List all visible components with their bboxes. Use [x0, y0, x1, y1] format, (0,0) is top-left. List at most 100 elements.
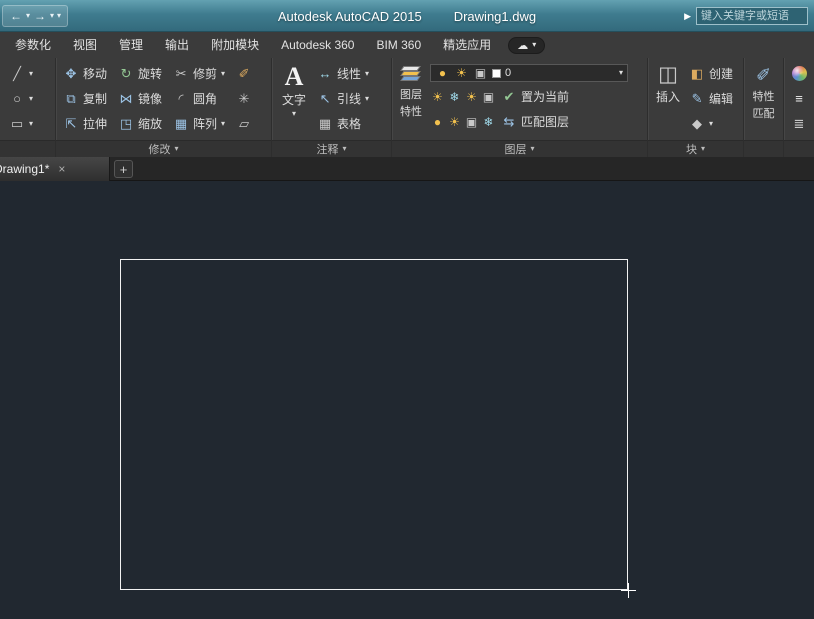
layer-freeze-icon: ☀: [454, 66, 469, 80]
annotation-panel-content: A 文字 ▾ ↔ 线性 ▾ ↖ 引线 ▾ ▦: [272, 58, 391, 140]
help-search: ▶: [684, 7, 808, 25]
trim-label: 修剪: [193, 65, 217, 82]
stretch-label: 拉伸: [83, 115, 107, 132]
tab-autodesk-360[interactable]: Autodesk 360: [270, 32, 365, 58]
set-current-layer-button[interactable]: ✔ 置为当前: [498, 84, 572, 109]
insert-block-icon: ◫: [658, 63, 678, 87]
linear-dimension-button[interactable]: ↔ 线性 ▾: [314, 61, 372, 86]
circle-tool-button[interactable]: ○ ▾: [6, 86, 51, 111]
stretch-button[interactable]: ⇱ 拉伸: [60, 111, 110, 136]
modify-panel-label-text: 修改: [148, 141, 170, 157]
trim-button[interactable]: ✂ 修剪 ▾: [170, 61, 228, 86]
search-input[interactable]: [696, 7, 808, 25]
array-button[interactable]: ▦ 阵列 ▾: [170, 111, 228, 136]
app-title: Autodesk AutoCAD 2015: [278, 9, 422, 24]
chevron-down-icon: ▾: [174, 144, 178, 154]
array-label: 阵列: [193, 115, 217, 132]
table-button[interactable]: ▦ 表格: [314, 111, 372, 136]
tab-featured-apps[interactable]: 精选应用: [432, 32, 502, 58]
text-button[interactable]: A 文字 ▾: [282, 61, 306, 137]
block-panel: ◫ 插入 ◧ 创建 ✎ 编辑 ◆ ▾: [648, 58, 744, 157]
layer-properties-button[interactable]: 图层 特性: [398, 61, 424, 137]
tab-parametric[interactable]: 参数化: [4, 32, 62, 58]
fillet-button[interactable]: ◜ 圆角: [170, 86, 228, 111]
detail-list-button[interactable]: ≣: [794, 112, 805, 137]
create-label: 创建: [709, 65, 733, 82]
edit-block-button[interactable]: ✎ 编辑: [686, 86, 736, 111]
modify-panel: ✥ 移动 ⧉ 复制 ⇱ 拉伸 ↻ 旋转: [56, 58, 272, 157]
copy-button[interactable]: ⧉ 复制: [60, 86, 110, 111]
match-properties-label-2: 匹配: [753, 105, 775, 121]
modify-panel-label[interactable]: 修改 ▾: [56, 140, 271, 157]
mirror-label: 镜像: [138, 90, 162, 107]
layer-select-dropdown[interactable]: ● ☀ ▣ 0 ▾: [430, 64, 628, 82]
layer-unlock-icon[interactable]: ▣: [464, 115, 479, 129]
move-button[interactable]: ✥ 移动: [60, 61, 110, 86]
explode-icon: ✳: [236, 91, 252, 106]
layer-freeze-toggle-icon[interactable]: ❄: [447, 90, 462, 104]
layer-off-icon[interactable]: ☀: [430, 90, 445, 104]
layer-lock-toggle-icon[interactable]: ▣: [481, 90, 496, 104]
chevron-down-icon[interactable]: ▾: [221, 119, 225, 129]
new-drawing-tab-button[interactable]: +: [114, 160, 133, 178]
tab-view[interactable]: 视图: [62, 32, 108, 58]
rotate-button[interactable]: ↻ 旋转: [115, 61, 165, 86]
drawing-canvas[interactable]: [0, 181, 814, 619]
block-panel-label[interactable]: 块 ▾: [648, 140, 743, 157]
erase-icon: ✐: [236, 66, 252, 81]
layer-unisolate-icon[interactable]: ☀: [447, 115, 462, 129]
match-layer-button[interactable]: ⇆ 匹配图层: [498, 109, 572, 134]
rectangle-tool-button[interactable]: ▭ ▾: [6, 111, 51, 136]
visual-styles-button[interactable]: [792, 61, 807, 86]
circle-tool-icon: ○: [9, 91, 25, 106]
leader-label: 引线: [337, 90, 361, 107]
tab-bim-360[interactable]: BIM 360: [365, 32, 432, 58]
chevron-down-icon[interactable]: ▾: [365, 94, 369, 104]
search-go-icon[interactable]: ▶: [684, 11, 691, 22]
drawn-rectangle[interactable]: [120, 259, 628, 590]
tab-addins[interactable]: 附加模块: [200, 32, 270, 58]
create-block-button[interactable]: ◧ 创建: [686, 61, 736, 86]
menu-lines-icon: ≡: [795, 91, 803, 106]
layer-isolate-icon[interactable]: ●: [430, 115, 445, 129]
layer-tools-row-2: ● ☀ ▣ ❄ ⇆ 匹配图层: [430, 109, 628, 134]
insert-block-button[interactable]: ◫ 插入: [656, 61, 680, 137]
copy-label: 复制: [83, 90, 107, 107]
join-button[interactable]: ▱: [233, 111, 255, 136]
leader-button[interactable]: ↖ 引线 ▾: [314, 86, 372, 111]
layer-freeze-all-icon[interactable]: ❄: [481, 115, 496, 129]
layers-panel-label[interactable]: 图层 ▾: [392, 140, 647, 157]
draw-panel-label: [0, 140, 55, 157]
ribbon-right-strip: ≡ ≣: [784, 58, 814, 157]
close-tab-icon[interactable]: ×: [58, 162, 65, 176]
layer-lock-icon: ▣: [473, 66, 488, 80]
list-view-button[interactable]: ≡: [795, 86, 803, 111]
chevron-down-icon[interactable]: ▾: [709, 119, 713, 129]
annotation-panel: A 文字 ▾ ↔ 线性 ▾ ↖ 引线 ▾ ▦: [272, 58, 392, 157]
match-properties-content: ✐ 特性 匹配: [744, 58, 783, 140]
ribbon-tab-bar: 参数化 视图 管理 输出 附加模块 Autodesk 360 BIM 360 精…: [0, 32, 814, 58]
chevron-down-icon[interactable]: ▾: [365, 69, 369, 79]
mirror-button[interactable]: ⋈ 镜像: [115, 86, 165, 111]
polyline-tool-button[interactable]: ╱ ▾: [6, 61, 51, 86]
copy-icon: ⧉: [63, 91, 79, 106]
layer-thaw-icon[interactable]: ☀: [464, 90, 479, 104]
match-properties-button[interactable]: ✐ 特性 匹配: [753, 61, 775, 137]
array-icon: ▦: [173, 116, 189, 131]
block-attributes-button[interactable]: ◆ ▾: [686, 111, 736, 136]
menu-list-icon: ≣: [794, 116, 805, 132]
tab-output[interactable]: 输出: [154, 32, 200, 58]
chevron-down-icon[interactable]: ▾: [221, 69, 225, 79]
explode-button[interactable]: ✳: [233, 86, 255, 111]
erase-button[interactable]: ✐: [233, 61, 255, 86]
annotation-panel-label[interactable]: 注释 ▾: [272, 140, 391, 157]
match-layer-icon: ⇆: [501, 114, 517, 129]
edit-label: 编辑: [709, 90, 733, 107]
connect-menu-button[interactable]: ☁ ▾: [508, 37, 545, 54]
scale-icon: ◳: [118, 116, 134, 131]
file-tab-drawing1[interactable]: Drawing1* ×: [0, 157, 110, 181]
layer-properties-label-2: 特性: [400, 103, 422, 119]
tab-manage[interactable]: 管理: [108, 32, 154, 58]
scale-button[interactable]: ◳ 缩放: [115, 111, 165, 136]
chevron-down-icon: ▾: [530, 144, 534, 154]
